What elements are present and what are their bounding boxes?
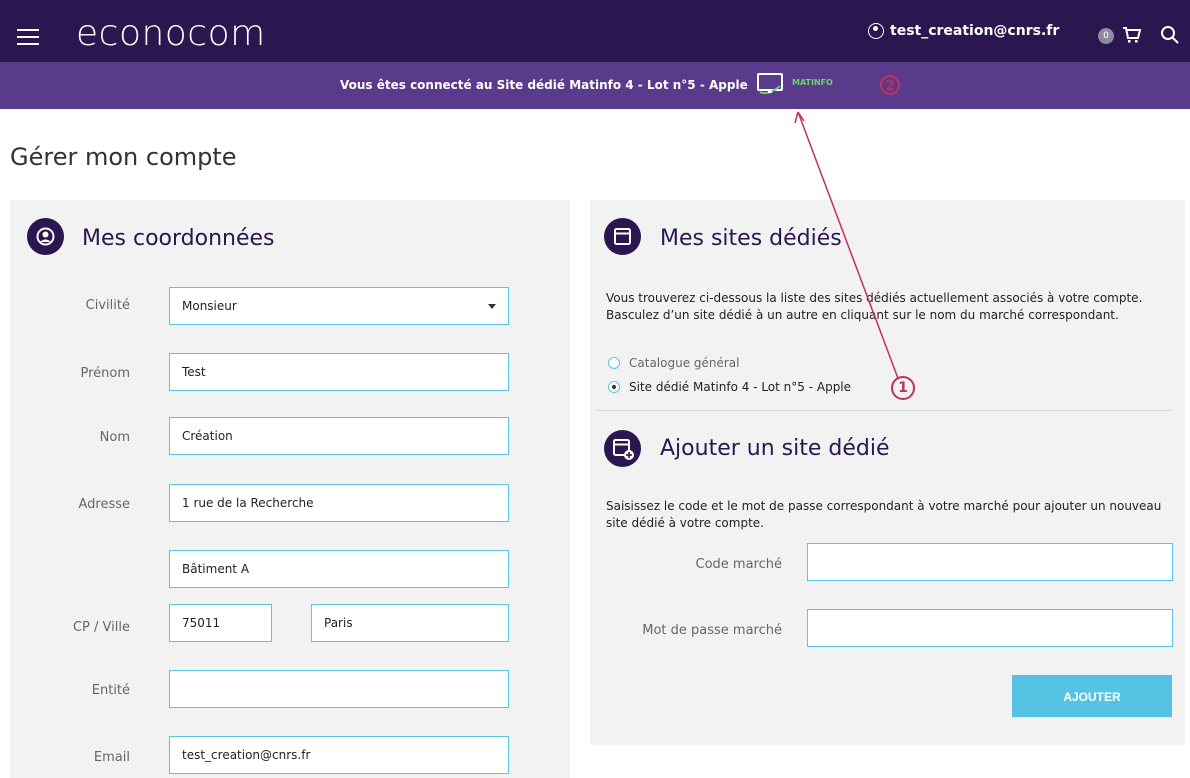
- hamburger-menu-icon[interactable]: [17, 29, 39, 50]
- top-navigation-bar: econocom test_creation@cnrs.fr 0: [0, 0, 1190, 62]
- adresse-line1-input[interactable]: 1 rue de la Recherche: [169, 484, 509, 522]
- civilite-select[interactable]: Monsieur: [169, 287, 509, 325]
- entite-input[interactable]: [169, 670, 509, 708]
- site-option-matinfo[interactable]: Site dédié Matinfo 4 - Lot n°5 - Apple: [608, 380, 851, 394]
- label-prenom: Prénom: [80, 366, 130, 381]
- banner-text: Vous êtes connecté au Site dédié Matinfo…: [340, 78, 748, 92]
- user-icon: [868, 23, 884, 39]
- chevron-down-icon: [488, 304, 496, 309]
- section-title-coordonnees: Mes coordonnées: [82, 226, 275, 251]
- dedicated-sites-panel: [590, 200, 1185, 745]
- user-circle-icon: [27, 218, 64, 255]
- annotation-marker-2: 2: [880, 75, 900, 95]
- label-code-marche: Code marché: [695, 557, 783, 572]
- search-icon[interactable]: [1160, 25, 1180, 45]
- label-email: Email: [93, 750, 130, 765]
- window-icon-glyph: [614, 228, 631, 245]
- account-link[interactable]: test_creation@cnrs.fr: [868, 23, 1059, 39]
- nom-input[interactable]: Création: [169, 417, 509, 455]
- radio-matinfo[interactable]: [608, 381, 620, 393]
- ajouter-button[interactable]: AJOUTER: [1012, 675, 1172, 717]
- econocom-logo[interactable]: econocom: [76, 14, 266, 54]
- annotation-marker-1: 1: [891, 376, 915, 400]
- label-cp-ville: CP / Ville: [72, 620, 130, 635]
- cart-count-badge: 0: [1098, 28, 1114, 44]
- section-divider: [596, 410, 1172, 411]
- label-adresse: Adresse: [78, 497, 130, 512]
- sites-description: Vous trouverez ci-dessous la liste des s…: [606, 291, 1143, 322]
- email-input[interactable]: test_creation@cnrs.fr: [169, 736, 509, 774]
- site-option-label: Catalogue général: [629, 356, 740, 370]
- matinfo-logo: MATINFO: [792, 78, 833, 87]
- account-email: test_creation@cnrs.fr: [890, 23, 1060, 39]
- site-window-icon: [604, 218, 641, 255]
- section-title-add-site: Ajouter un site dédié: [660, 436, 890, 461]
- add-site-icon: [604, 430, 641, 467]
- adresse-line2-input[interactable]: Bâtiment A: [169, 550, 509, 588]
- prenom-input[interactable]: Test: [169, 353, 509, 391]
- user-icon-glyph: [36, 227, 55, 246]
- cp-input[interactable]: 75011: [169, 604, 272, 642]
- ville-input[interactable]: Paris: [311, 604, 509, 642]
- label-mot-de-passe: Mot de passe marché: [642, 623, 782, 638]
- add-window-icon-glyph: [613, 439, 634, 460]
- label-entite: Entité: [91, 683, 130, 698]
- mot-de-passe-input[interactable]: [807, 609, 1173, 647]
- code-marche-input[interactable]: [807, 543, 1173, 581]
- label-nom: Nom: [99, 430, 130, 445]
- civilite-value: Monsieur: [182, 299, 237, 313]
- add-site-description: Saisissez le code et le mot de passe cor…: [606, 499, 1162, 530]
- site-option-catalogue[interactable]: Catalogue général: [608, 356, 740, 370]
- label-civilite: Civilité: [85, 298, 130, 313]
- dedicated-site-banner: Vous êtes connecté au Site dédié Matinfo…: [0, 62, 1190, 109]
- page-title: Gérer mon compte: [10, 143, 237, 171]
- site-option-label: Site dédié Matinfo 4 - Lot n°5 - Apple: [629, 380, 852, 394]
- cart-icon[interactable]: [1122, 25, 1142, 45]
- radio-catalogue[interactable]: [608, 357, 620, 369]
- monitor-icon: [757, 73, 783, 95]
- section-title-sites: Mes sites dédiés: [660, 226, 842, 251]
